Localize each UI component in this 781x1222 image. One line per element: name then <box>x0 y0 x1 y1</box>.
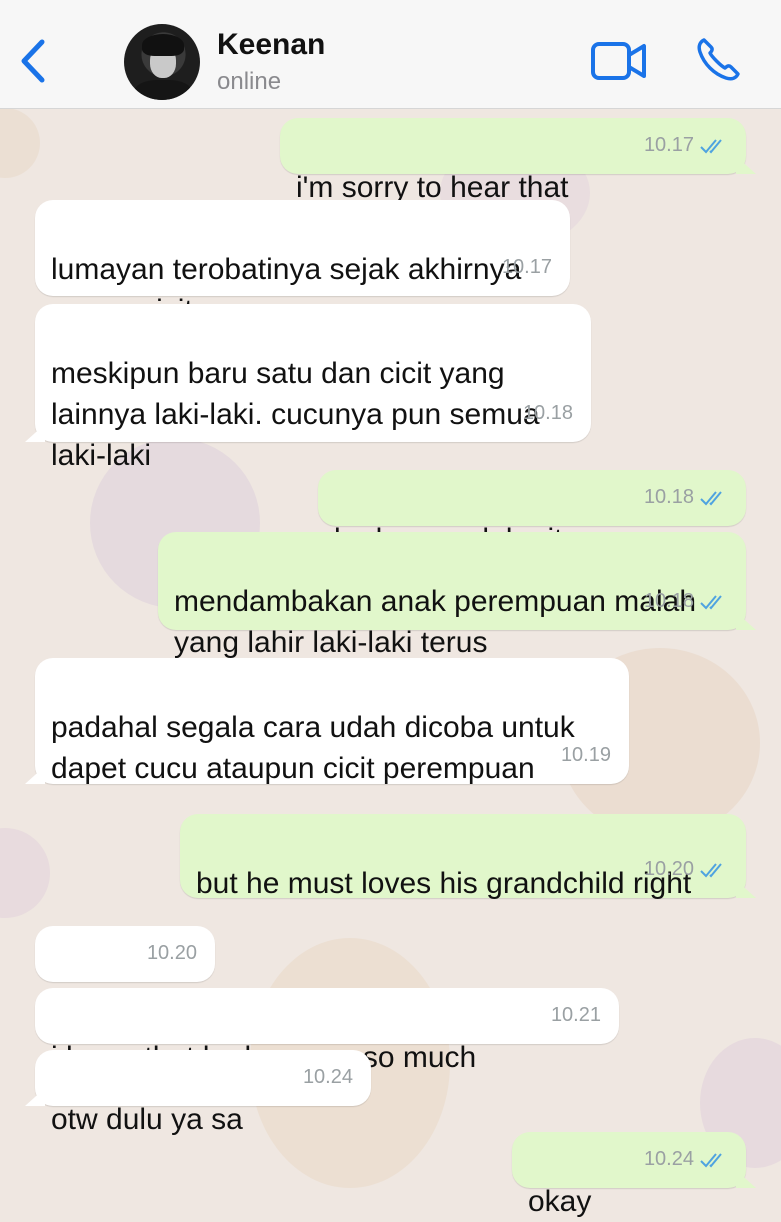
back-button[interactable] <box>14 36 50 86</box>
message-incoming[interactable]: meskipun baru satu dan cicit yang lainny… <box>35 304 591 472</box>
video-call-button[interactable] <box>590 38 648 84</box>
double-check-icon <box>700 490 722 505</box>
double-check-icon <box>700 862 722 877</box>
message-outgoing[interactable]: but he must loves his grandchild right 1… <box>180 814 746 900</box>
chevron-left-icon <box>21 39 45 83</box>
message-time: 10.19 <box>560 744 611 766</box>
message-text: meskipun baru satu dan cicit yang lainny… <box>51 357 540 472</box>
message-time: 10.17 <box>501 256 552 278</box>
message-time: 10.20 <box>146 942 197 964</box>
message-time: 10.21 <box>550 1004 601 1026</box>
message-time: 10.18 <box>644 477 728 518</box>
voice-call-button[interactable] <box>694 36 742 84</box>
message-incoming[interactable]: lumayan terobatinya sejak akhirnya punya… <box>35 200 570 327</box>
message-time: 10.24 <box>644 1139 728 1180</box>
message-time: 10.18 <box>522 402 573 424</box>
message-text: but he must loves his grandchild right <box>196 867 692 900</box>
double-check-icon <box>700 138 722 153</box>
message-text: okay <box>528 1185 592 1218</box>
message-incoming[interactable]: otw dulu ya sa 10.24 <box>35 1050 371 1136</box>
message-time: 10.18 <box>644 581 728 622</box>
message-time: 10.20 <box>644 849 728 890</box>
message-incoming[interactable]: yes 10.20 <box>35 926 215 1012</box>
message-time: 10.24 <box>302 1066 353 1088</box>
double-check-icon <box>700 1152 722 1167</box>
contact-status: online <box>217 68 282 95</box>
video-camera-icon <box>591 42 646 80</box>
message-outgoing[interactable]: mendambakan anak perempuan malah yang la… <box>158 532 746 659</box>
message-outgoing[interactable]: i'm sorry to hear that 10.17 <box>280 118 746 204</box>
message-outgoing[interactable]: kadang malah gitu 10.18 <box>318 470 746 556</box>
message-list[interactable]: i'm sorry to hear that 10.17 lumayan ter… <box>0 108 781 1218</box>
message-outgoing[interactable]: okay 10.24 <box>512 1132 746 1218</box>
message-text: padahal segala cara udah dicoba untuk da… <box>51 711 575 785</box>
phone-icon <box>697 38 740 81</box>
message-incoming[interactable]: i knew that he loves us so much 10.21 <box>35 988 619 1074</box>
avatar[interactable] <box>124 24 200 100</box>
message-time: 10.17 <box>644 125 728 166</box>
message-incoming[interactable]: padahal segala cara udah dicoba untuk da… <box>35 658 629 785</box>
contact-name[interactable]: Keenan <box>217 28 325 62</box>
double-check-icon <box>700 594 722 609</box>
message-text: mendambakan anak perempuan malah yang la… <box>174 585 696 659</box>
message-text: otw dulu ya sa <box>51 1103 243 1136</box>
chat-header: Keenan online <box>0 0 781 109</box>
